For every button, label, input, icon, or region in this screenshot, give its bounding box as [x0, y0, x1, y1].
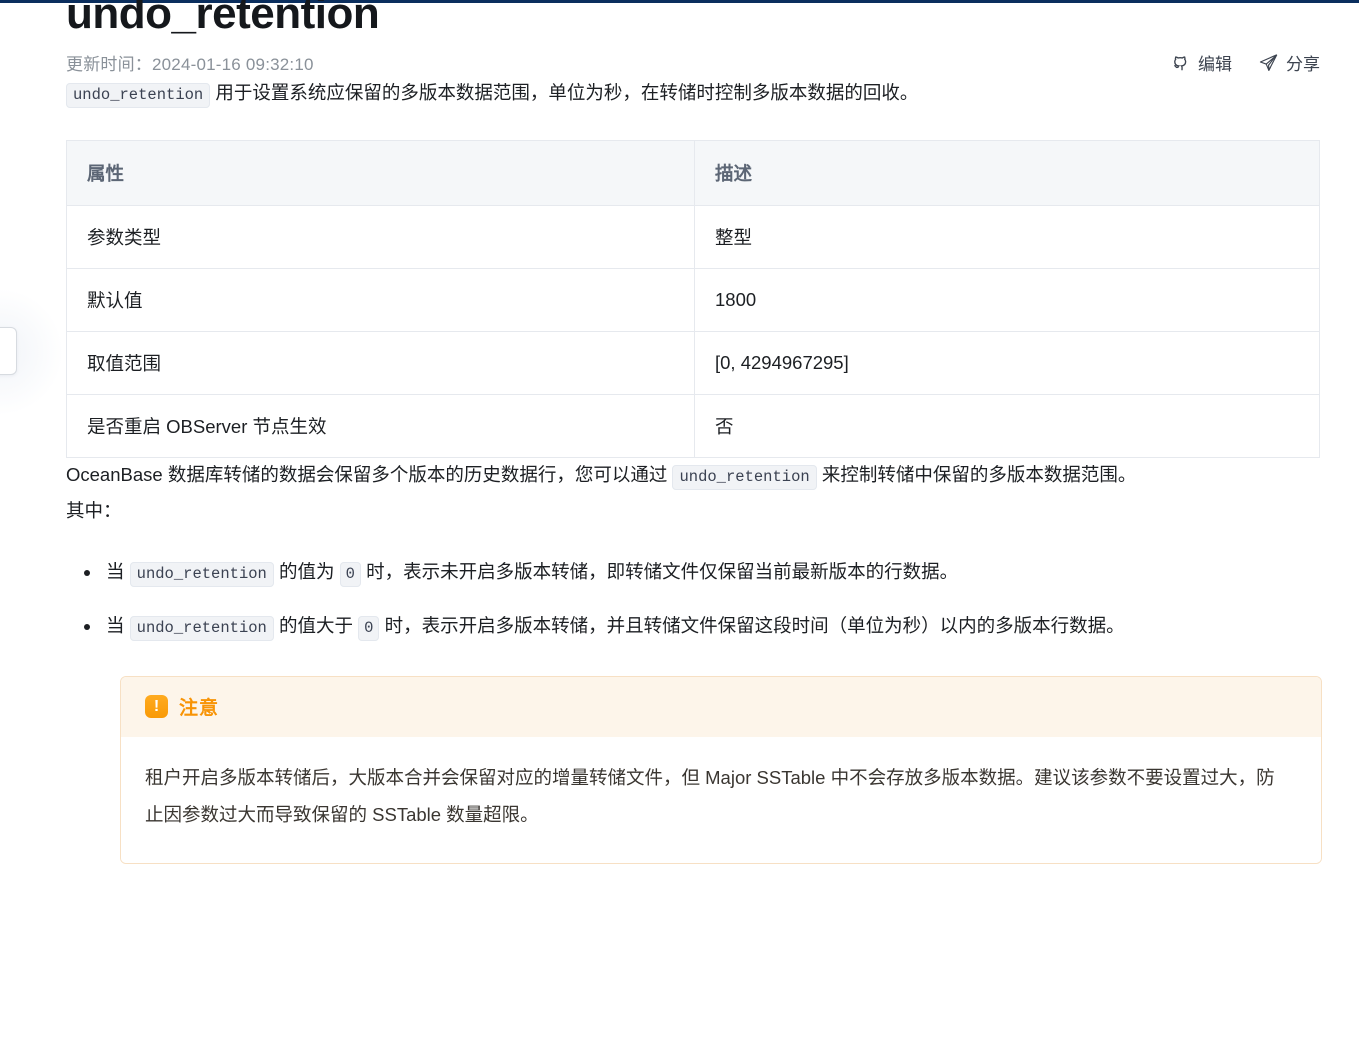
intro-paragraph: undo_retention 用于设置系统应保留的多版本数据范围，单位为秒，在转…	[66, 76, 1320, 112]
table-cell-description: 整型	[694, 205, 1320, 269]
bullet-part3: 时，表示开启多版本转储，并且转储文件保留这段时间（单位为秒）以内的多版本行数据。	[379, 615, 1125, 636]
table-row: 取值范围 [0, 4294967295]	[66, 331, 1320, 395]
notice-title: 注意	[179, 698, 220, 719]
table-header-attribute: 属性	[66, 140, 695, 206]
share-action-label: 分享	[1286, 54, 1320, 74]
table-cell-attribute: 取值范围	[66, 331, 695, 395]
list-item: 当 undo_retention 的值大于 0 时，表示开启多版本转储，并且转储…	[84, 606, 1320, 648]
github-icon	[1171, 52, 1191, 72]
table-header-row: 属性 描述	[66, 140, 1320, 206]
page-title: undo_retention	[66, 0, 380, 38]
table-row: 参数类型 整型	[66, 205, 1320, 269]
bullet-part1: 当	[106, 561, 130, 582]
edit-action[interactable]: 编辑	[1171, 50, 1232, 75]
intro-text: 用于设置系统应保留的多版本数据范围，单位为秒，在转储时控制多版本数据的回收。	[215, 82, 919, 103]
inline-code-undo-retention: undo_retention	[129, 562, 274, 587]
table-row: 默认值 1800	[66, 268, 1320, 332]
inline-code-zero: 0	[339, 562, 361, 587]
body-paragraph-part2: 来控制转储中保留的多版本数据范围。	[816, 464, 1137, 485]
updated-value: 2024-01-16 09:32:10	[152, 54, 314, 74]
table-cell-attribute: 是否重启 OBServer 节点生效	[66, 394, 695, 458]
inline-code-undo-retention: undo_retention	[66, 83, 211, 108]
warning-exclamation-icon: !	[145, 695, 168, 718]
list-item: 当 undo_retention 的值为 0 时，表示未开启多版本转储，即转储文…	[84, 552, 1320, 594]
inline-code-undo-retention: undo_retention	[672, 465, 817, 490]
page-actions: 编辑 分享	[1171, 50, 1320, 75]
inline-code-zero: 0	[358, 616, 380, 641]
table-cell-description: 否	[715, 416, 734, 437]
table-header-description: 描述	[694, 140, 1320, 206]
updated-time: 更新时间：2024-01-16 09:32:10	[66, 50, 314, 75]
share-action[interactable]: 分享	[1258, 50, 1320, 75]
body-paragraph-part1: OceanBase 数据库转储的数据会保留多个版本的历史数据行，您可以通过	[66, 464, 673, 485]
attributes-table: 属性 描述 参数类型 整型 默认值 1800 取值范围 [0, 42949672…	[66, 140, 1320, 458]
notice-header: ! 注意	[121, 677, 1321, 737]
bullet-part2: 的值大于	[273, 615, 359, 636]
table-row: 是否重启 OBServer 节点生效 否	[66, 394, 1320, 458]
updated-label: 更新时间：	[66, 54, 152, 74]
table-cell-description: [0, 4294967295]	[694, 331, 1320, 395]
notice-body-text: 租户开启多版本转储后，大版本合并会保留对应的增量转储文件，但 Major SST…	[121, 737, 1321, 863]
table-cell-attribute: 默认值	[66, 268, 695, 332]
edit-action-label: 编辑	[1198, 54, 1232, 74]
share-paper-plane-icon	[1258, 52, 1279, 73]
body-paragraph: OceanBase 数据库转储的数据会保留多个版本的历史数据行，您可以通过 un…	[66, 458, 1320, 494]
bullet-part3: 时，表示未开启多版本转储，即转储文件仅保留当前最新版本的行数据。	[360, 561, 959, 582]
bullet-part2: 的值为	[273, 561, 340, 582]
meta-row: 更新时间：2024-01-16 09:32:10 编辑 分享	[66, 48, 1320, 76]
inline-code-undo-retention: undo_retention	[129, 616, 274, 641]
qizhong-paragraph: 其中：	[66, 500, 122, 521]
doc-content: undo_retention 更新时间：2024-01-16 09:32:10 …	[66, 0, 1322, 864]
bullet-part1: 当	[106, 615, 130, 636]
table-cell-description: 1800	[694, 268, 1320, 332]
table-cell-attribute: 参数类型	[66, 205, 695, 269]
bullet-list: 当 undo_retention 的值为 0 时，表示未开启多版本转储，即转储文…	[66, 552, 1320, 648]
doc-page: undo_retention 更新时间：2024-01-16 09:32:10 …	[0, 0, 1359, 864]
notice-callout: ! 注意 租户开启多版本转储后，大版本合并会保留对应的增量转储文件，但 Majo…	[120, 676, 1322, 864]
